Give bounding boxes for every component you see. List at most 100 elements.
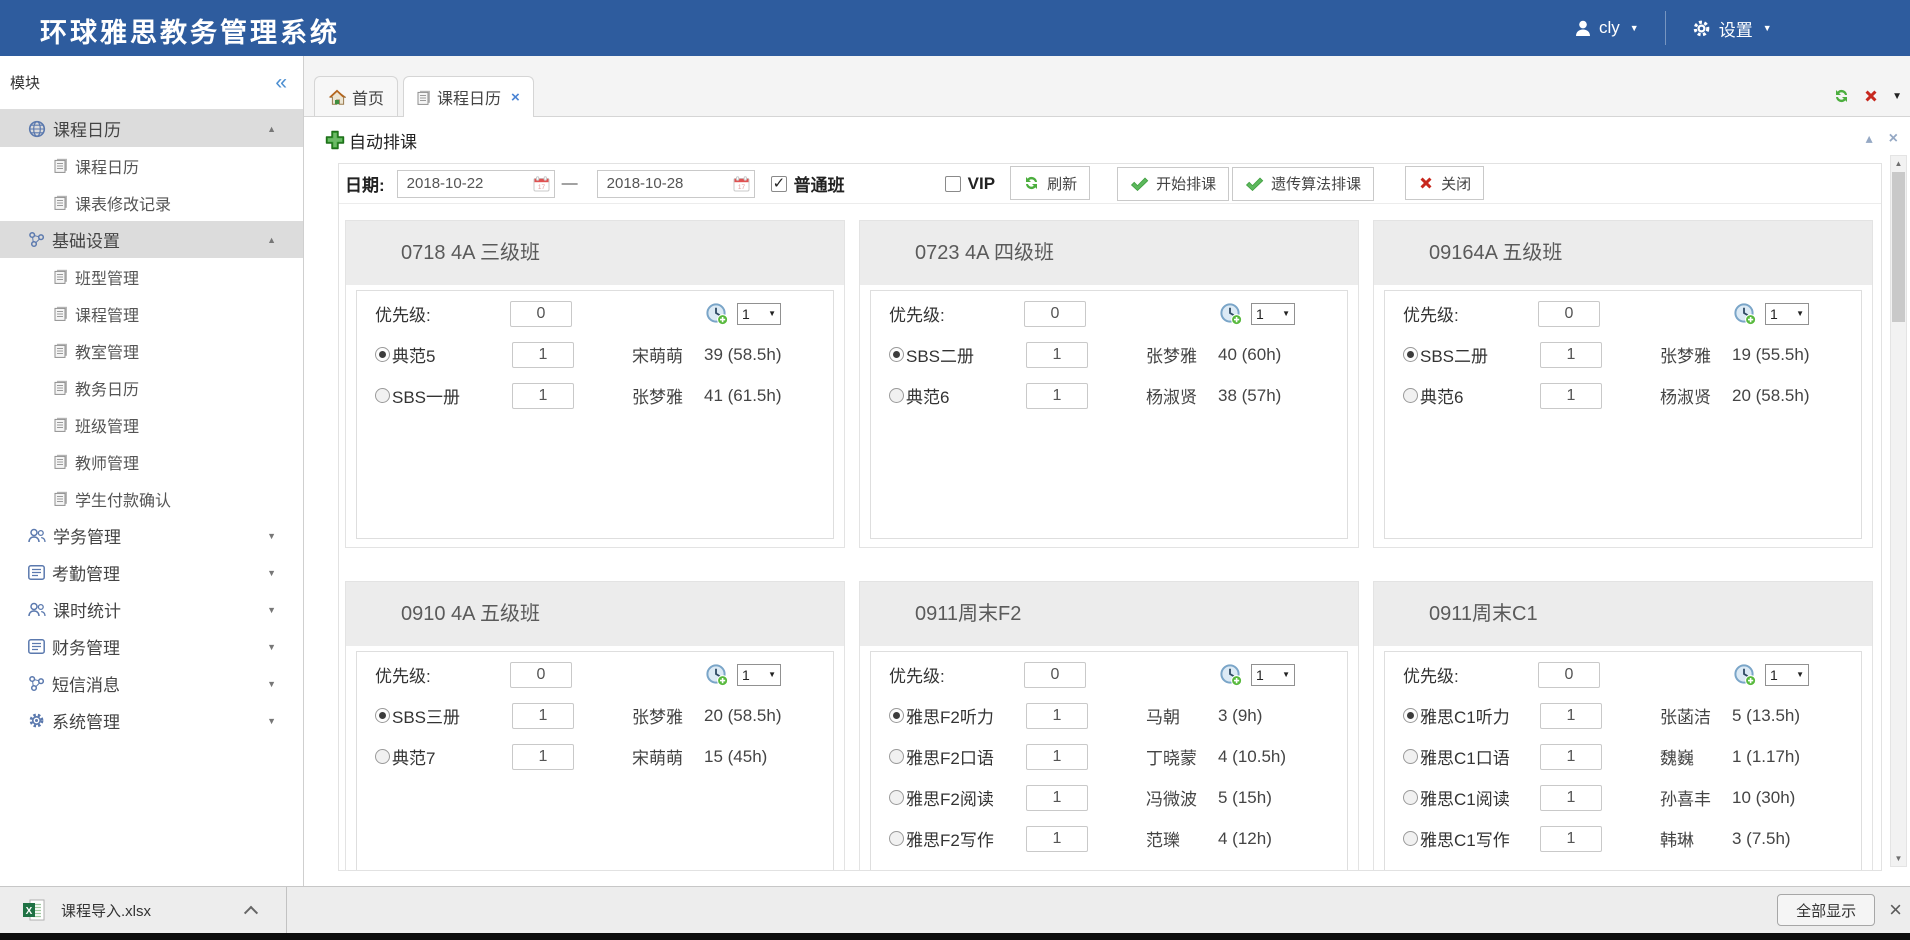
- scrollbar-thumb[interactable]: [1892, 172, 1905, 322]
- course-radio[interactable]: [889, 749, 904, 764]
- course-count-input[interactable]: [512, 703, 574, 729]
- course-radio[interactable]: [889, 388, 904, 403]
- panel-close-icon[interactable]: ×: [1889, 131, 1898, 147]
- chevron-up-icon[interactable]: [244, 906, 258, 920]
- course-count-input[interactable]: [1026, 826, 1088, 852]
- clock-add-icon[interactable]: [1219, 663, 1243, 687]
- toolbar-button[interactable]: 关闭: [1405, 166, 1484, 200]
- clock-add-icon[interactable]: [705, 302, 729, 326]
- sidebar-item[interactable]: 班型管理: [0, 258, 303, 295]
- slot-select[interactable]: 1▼: [1765, 303, 1809, 325]
- course-count-input[interactable]: [1540, 703, 1602, 729]
- priority-input[interactable]: [1024, 662, 1086, 688]
- slot-select[interactable]: 1▼: [737, 664, 781, 686]
- tab-overflow-caret-icon[interactable]: ▼: [1892, 91, 1902, 102]
- sidebar-group[interactable]: 基础设置▲: [0, 221, 303, 258]
- clock-add-icon[interactable]: [705, 663, 729, 687]
- sidebar-item[interactable]: 学生付款确认: [0, 480, 303, 517]
- sidebar-group[interactable]: 财务管理▼: [0, 628, 303, 665]
- vip-checkbox[interactable]: [945, 176, 961, 192]
- course-radio[interactable]: [1403, 347, 1418, 362]
- scroll-down-icon[interactable]: ▼: [1891, 854, 1906, 863]
- course-radio[interactable]: [1403, 708, 1418, 723]
- tab-close-icon[interactable]: ×: [511, 89, 520, 106]
- toolbar-button[interactable]: 遗传算法排课: [1232, 167, 1374, 201]
- course-radio[interactable]: [1403, 388, 1418, 403]
- priority-input[interactable]: [510, 662, 572, 688]
- course-count-input[interactable]: [512, 342, 574, 368]
- show-all-button[interactable]: 全部显示: [1777, 894, 1875, 926]
- settings-menu[interactable]: 设置 ▼: [1692, 16, 1772, 41]
- course-radio[interactable]: [889, 347, 904, 362]
- course-radio[interactable]: [375, 749, 390, 764]
- sidebar-item-label: 教师管理: [75, 450, 139, 474]
- scroll-up-icon[interactable]: ▲: [1891, 159, 1906, 168]
- course-radio[interactable]: [889, 790, 904, 805]
- course-radio[interactable]: [375, 347, 390, 362]
- date-from-input[interactable]: [397, 170, 555, 198]
- course-radio[interactable]: [889, 831, 904, 846]
- tab-active[interactable]: 课程日历×: [403, 76, 534, 117]
- lesson-hours: 39 (58.5h): [704, 345, 782, 365]
- course-radio[interactable]: [375, 388, 390, 403]
- slot-select[interactable]: 1▼: [1251, 664, 1295, 686]
- course-count-input[interactable]: [1540, 785, 1602, 811]
- calendar-icon[interactable]: 17: [533, 176, 550, 192]
- course-count-input[interactable]: [512, 744, 574, 770]
- course-radio[interactable]: [1403, 831, 1418, 846]
- calendar-icon[interactable]: 17: [733, 176, 750, 192]
- vertical-scrollbar[interactable]: ▲ ▼: [1890, 155, 1907, 867]
- download-filename[interactable]: 课程导入.xlsx: [61, 900, 151, 921]
- course-count-input[interactable]: [1540, 383, 1602, 409]
- course-count-input[interactable]: [1026, 785, 1088, 811]
- course-count-input[interactable]: [1540, 342, 1602, 368]
- sidebar-item[interactable]: 班级管理: [0, 406, 303, 443]
- sidebar-item[interactable]: 课程日历: [0, 147, 303, 184]
- clock-add-icon[interactable]: [1733, 302, 1757, 326]
- course-radio[interactable]: [889, 708, 904, 723]
- slot-select[interactable]: 1▼: [1765, 664, 1809, 686]
- sidebar-group[interactable]: 课程日历▲: [0, 110, 303, 147]
- download-bar-close-icon[interactable]: ×: [1889, 899, 1902, 921]
- tab-item[interactable]: 首页: [314, 76, 398, 116]
- close-tab-icon[interactable]: [1863, 88, 1879, 104]
- lesson-hours: 38 (57h): [1218, 386, 1281, 406]
- toolbar-button[interactable]: 开始排课: [1117, 167, 1229, 201]
- course-count-input[interactable]: [1026, 383, 1088, 409]
- sidebar-group[interactable]: 系统管理▼: [0, 702, 303, 739]
- clock-add-icon[interactable]: [1219, 302, 1243, 326]
- priority-input[interactable]: [1538, 662, 1600, 688]
- course-radio[interactable]: [1403, 790, 1418, 805]
- sidebar-group[interactable]: 课时统计▼: [0, 591, 303, 628]
- date-to-input[interactable]: [597, 170, 755, 198]
- sidebar-collapse-icon[interactable]: «: [275, 72, 287, 93]
- priority-input[interactable]: [510, 301, 572, 327]
- course-count-input[interactable]: [1026, 342, 1088, 368]
- sidebar-item[interactable]: 教务日历: [0, 369, 303, 406]
- sidebar-item[interactable]: 课程管理: [0, 295, 303, 332]
- priority-input[interactable]: [1024, 301, 1086, 327]
- course-count-input[interactable]: [1026, 703, 1088, 729]
- course-radio[interactable]: [1403, 749, 1418, 764]
- sidebar-group[interactable]: 短信消息▼: [0, 665, 303, 702]
- course-count-input[interactable]: [512, 383, 574, 409]
- slot-select[interactable]: 1▼: [1251, 303, 1295, 325]
- sidebar-item[interactable]: 课表修改记录: [0, 184, 303, 221]
- refresh-tab-icon[interactable]: [1833, 88, 1850, 104]
- arrow-down-icon: ▼: [267, 605, 276, 615]
- sidebar-item[interactable]: 教师管理: [0, 443, 303, 480]
- sidebar-group[interactable]: 考勤管理▼: [0, 554, 303, 591]
- normal-class-checkbox[interactable]: [771, 176, 787, 192]
- toolbar-button[interactable]: 刷新: [1010, 166, 1090, 200]
- course-count-input[interactable]: [1540, 826, 1602, 852]
- priority-input[interactable]: [1538, 301, 1600, 327]
- user-menu[interactable]: cly ▼: [1575, 18, 1639, 38]
- sidebar-group[interactable]: 学务管理▼: [0, 517, 303, 554]
- slot-select[interactable]: 1▼: [737, 303, 781, 325]
- clock-add-icon[interactable]: [1733, 663, 1757, 687]
- course-count-input[interactable]: [1026, 744, 1088, 770]
- panel-collapse-icon[interactable]: ▴: [1866, 131, 1873, 147]
- course-radio[interactable]: [375, 708, 390, 723]
- sidebar-item[interactable]: 教室管理: [0, 332, 303, 369]
- course-count-input[interactable]: [1540, 744, 1602, 770]
